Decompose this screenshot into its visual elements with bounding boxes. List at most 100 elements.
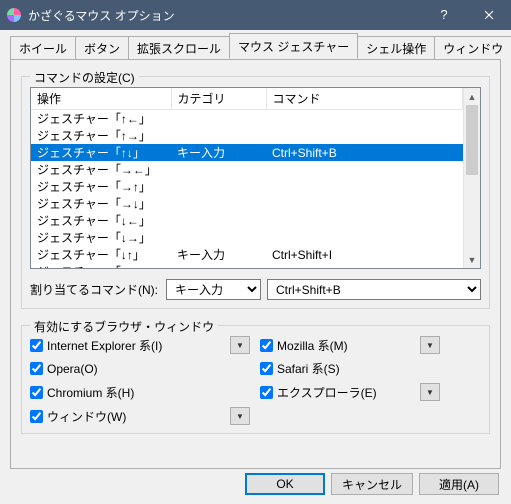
checkbox-mozilla[interactable]: Mozilla 系(M) [260,337,420,354]
cell-op: ジェスチャー「→←」 [31,161,171,178]
browsers-legend: 有効にするブラウザ・ウィンドウ [30,318,218,335]
commands-legend: コマンドの設定(C) [30,69,139,86]
checkbox-mozilla-input[interactable] [260,339,273,352]
cell-cmd [266,229,463,246]
assign-category-combo[interactable]: キー入力 [166,279,261,300]
cell-cmd [266,212,463,229]
table-row[interactable]: ジェスチャー「→↑」 [31,178,463,195]
table-row[interactable]: ジェスチャー「→↓」 [31,195,463,212]
table-row[interactable]: ジェスチャー「↓←」 [31,212,463,229]
tab-panel: コマンドの設定(C) 操作 カテゴリ コマンド ジェスチャー「↑←」ジェスチャー… [10,59,501,469]
checkbox-opera-input[interactable] [30,362,43,375]
close-button[interactable] [466,0,511,30]
scroll-track[interactable] [464,105,480,251]
assign-command-combo[interactable]: Ctrl+Shift+B [267,279,481,300]
cell-cat [171,161,266,178]
cell-cmd: Ctrl+Shift+I [266,246,463,263]
table-row[interactable]: ジェスチャー「↑→」 [31,127,463,144]
checkbox-chromium-label: Chromium 系(H) [47,384,134,401]
cell-cat [171,212,266,229]
col-category[interactable]: カテゴリ [171,88,266,110]
checkbox-explorer-input[interactable] [260,386,273,399]
table-row[interactable]: ジェスチャー「↓→」 [31,229,463,246]
tab-strip: ホイール ボタン 拡張スクロール マウス ジェスチャー シェル操作 ウィンドウ … [10,38,501,60]
col-command[interactable]: コマンド [266,88,463,110]
checkbox-chromium-input[interactable] [30,386,43,399]
cell-cat [171,178,266,195]
cell-cmd [266,110,463,128]
checkbox-window-input[interactable] [30,410,43,423]
explorer-menu-button[interactable]: ▼ [420,383,440,401]
window-menu-button[interactable]: ▼ [230,407,250,425]
tab-shell[interactable]: シェル操作 [357,36,435,60]
cell-cmd [266,161,463,178]
checkbox-explorer-label: エクスプローラ(E) [277,384,377,401]
scroll-up-icon[interactable]: ▲ [464,88,480,105]
tab-window[interactable]: ウィンドウ [434,36,511,60]
browsers-group: 有効にするブラウザ・ウィンドウ Internet Explorer 系(I) ▼… [21,325,490,434]
checkbox-safari-label: Safari 系(S) [277,360,340,377]
table-row[interactable]: ジェスチャー「↓→」 [31,263,463,268]
tab-wheel[interactable]: ホイール [10,36,76,60]
table-row[interactable]: ジェスチャー「↑←」 [31,110,463,128]
checkbox-explorer[interactable]: エクスプローラ(E) [260,384,420,401]
assign-row: 割り当てるコマンド(N): キー入力 Ctrl+Shift+B [30,279,481,300]
cell-op: ジェスチャー「↑↓」 [31,144,171,161]
cell-op: ジェスチャー「→↑」 [31,178,171,195]
cell-cmd [266,178,463,195]
commands-group: コマンドの設定(C) 操作 カテゴリ コマンド ジェスチャー「↑←」ジェスチャー… [21,76,490,309]
checkbox-chromium[interactable]: Chromium 系(H) [30,384,230,401]
checkbox-safari[interactable]: Safari 系(S) [260,360,420,377]
scroll-down-icon[interactable]: ▼ [464,251,480,268]
titlebar: かざぐるマウス オプション ? [0,0,511,30]
cell-cat: キー入力 [171,144,266,161]
mozilla-menu-button[interactable]: ▼ [420,336,440,354]
cell-cat [171,263,266,268]
commands-list[interactable]: 操作 カテゴリ コマンド ジェスチャー「↑←」ジェスチャー「↑→」ジェスチャー「… [30,87,481,269]
checkbox-mozilla-label: Mozilla 系(M) [277,337,348,354]
checkbox-window[interactable]: ウィンドウ(W) [30,408,230,425]
cell-op: ジェスチャー「↓↑」 [31,246,171,263]
checkbox-opera[interactable]: Opera(O) [30,362,230,376]
cell-op: ジェスチャー「↑←」 [31,110,171,128]
cell-cmd: Ctrl+Shift+B [266,144,463,161]
scroll-thumb[interactable] [466,105,478,175]
checkbox-ie-label: Internet Explorer 系(I) [47,337,162,354]
cell-cat [171,110,266,128]
cell-op: ジェスチャー「→↓」 [31,195,171,212]
tab-mouse-gesture[interactable]: マウス ジェスチャー [229,33,358,59]
checkbox-window-label: ウィンドウ(W) [47,408,126,425]
window-title: かざぐるマウス オプション [28,7,421,24]
tab-ext-scroll[interactable]: 拡張スクロール [128,36,230,60]
cell-cmd [266,195,463,212]
apply-button[interactable]: 適用(A) [419,473,499,495]
cancel-button[interactable]: キャンセル [331,473,413,495]
cell-cat [171,195,266,212]
table-row[interactable]: ジェスチャー「↑↓」キー入力Ctrl+Shift+B [31,144,463,161]
help-button[interactable]: ? [421,0,466,30]
checkbox-safari-input[interactable] [260,362,273,375]
table-row[interactable]: ジェスチャー「↓↑」キー入力Ctrl+Shift+I [31,246,463,263]
cell-cat [171,229,266,246]
tab-button[interactable]: ボタン [75,36,129,60]
dialog-footer: OK キャンセル 適用(A) [0,464,511,504]
col-operation[interactable]: 操作 [31,88,171,110]
checkbox-ie[interactable]: Internet Explorer 系(I) [30,337,230,354]
cell-cmd [266,263,463,268]
cell-cat [171,127,266,144]
ok-button[interactable]: OK [245,473,325,495]
cell-op: ジェスチャー「↑→」 [31,127,171,144]
ie-menu-button[interactable]: ▼ [230,336,250,354]
table-row[interactable]: ジェスチャー「→←」 [31,161,463,178]
list-scrollbar[interactable]: ▲ ▼ [463,88,480,268]
checkbox-opera-label: Opera(O) [47,362,98,376]
client-area: ホイール ボタン 拡張スクロール マウス ジェスチャー シェル操作 ウィンドウ … [0,30,511,464]
assign-label: 割り当てるコマンド(N): [30,281,160,298]
cell-cat: キー入力 [171,246,266,263]
cell-op: ジェスチャー「↓→」 [31,229,171,246]
cell-op: ジェスチャー「↓←」 [31,212,171,229]
cell-op: ジェスチャー「↓→」 [31,263,171,268]
app-icon [6,7,22,23]
checkbox-ie-input[interactable] [30,339,43,352]
svg-text:?: ? [440,8,447,22]
